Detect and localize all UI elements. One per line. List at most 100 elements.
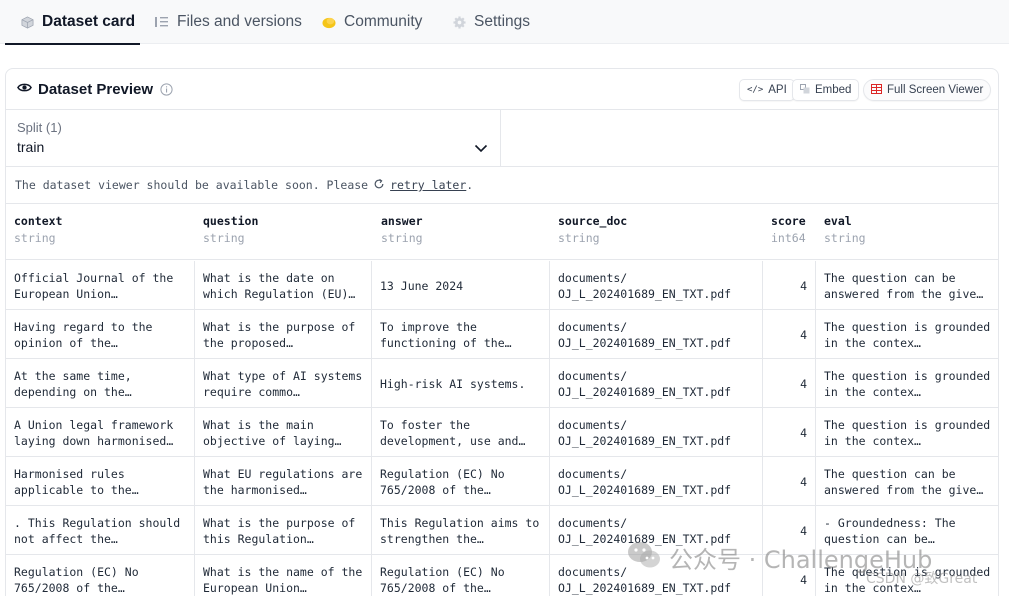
files-icon — [155, 15, 169, 29]
cell-score[interactable]: 4 — [763, 506, 816, 555]
tab-label: Community — [344, 13, 423, 30]
cell-answer[interactable]: High-risk AI systems. — [372, 359, 550, 408]
column-name: eval — [824, 214, 852, 228]
cell-source-doc[interactable]: documents/ OJ_L_202401689_EN_TXT.pdf — [550, 555, 763, 596]
column-name: question — [203, 214, 259, 228]
cell-context[interactable]: . This Regulation should not affect the… — [6, 506, 195, 555]
cell-answer[interactable]: To foster the development, use and… — [372, 408, 550, 457]
cell-answer[interactable]: This Regulation aims to strengthen the… — [372, 506, 550, 555]
cell-question[interactable]: What is the name of the European Union… — [195, 555, 372, 596]
tab-label: Files and versions — [177, 13, 302, 30]
split-select[interactable]: Split (1) train — [6, 110, 501, 167]
preview-header: Dataset Preview </> API Embed Full Scree… — [6, 69, 998, 110]
cell-context[interactable]: Harmonised rules applicable to the… — [6, 457, 195, 506]
cell-context[interactable]: At the same time, depending on the… — [6, 359, 195, 408]
column-header-answer[interactable]: answer string — [381, 214, 423, 245]
column-name: context — [14, 214, 63, 228]
cell-text: documents/ OJ_L_202401689_EN_TXT.pdf — [558, 270, 732, 301]
cell-text: 4 — [800, 278, 807, 293]
cell-text: documents/ OJ_L_202401689_EN_TXT.pdf — [558, 466, 732, 497]
api-button[interactable]: </> API — [739, 79, 795, 101]
cell-text: 4 — [800, 474, 807, 489]
cell-context[interactable]: Having regard to the opinion of the… — [6, 310, 195, 359]
cell-score[interactable]: 4 — [763, 310, 816, 359]
dataset-cube-icon — [20, 15, 34, 29]
table-header: context string question string answer st… — [6, 204, 998, 260]
cell-source-doc[interactable]: documents/ OJ_L_202401689_EN_TXT.pdf — [550, 408, 763, 457]
column-header-eval[interactable]: eval string — [824, 214, 866, 245]
embed-icon — [800, 83, 810, 97]
table-row[interactable]: Official Journal of the European Union… W… — [6, 261, 998, 310]
column-header-source-doc[interactable]: source_doc string — [558, 214, 627, 245]
cell-text: - Groundedness: The question can be… — [824, 515, 956, 546]
column-type: string — [381, 231, 423, 245]
cell-source-doc[interactable]: documents/ OJ_L_202401689_EN_TXT.pdf — [550, 310, 763, 359]
cell-answer[interactable]: Regulation (EC) No 765/2008 of the… — [372, 555, 550, 596]
cell-eval[interactable]: - Groundedness: The question can be… — [816, 506, 998, 555]
preview-title: Dataset Preview — [38, 80, 154, 98]
split-row: Split (1) train — [6, 110, 998, 167]
viewer-notice: The dataset viewer should be available s… — [6, 167, 998, 204]
table-row[interactable]: At the same time, depending on the… What … — [6, 359, 998, 408]
cell-score[interactable]: 4 — [763, 555, 816, 596]
tab-community[interactable]: Community — [322, 0, 422, 44]
column-header-context[interactable]: context string — [14, 214, 62, 245]
table-row[interactable]: Regulation (EC) No 765/2008 of the… What … — [6, 555, 998, 596]
cell-score[interactable]: 4 — [763, 457, 816, 506]
cell-text: This Regulation aims to strengthen the… — [380, 515, 540, 546]
table-row[interactable]: Having regard to the opinion of the… What… — [6, 310, 998, 359]
cell-question[interactable]: What is the purpose of the proposed… — [195, 310, 372, 359]
cell-answer[interactable]: To improve the functioning of the… — [372, 310, 550, 359]
tab-files-and-versions[interactable]: Files and versions — [155, 0, 302, 44]
cell-text: What is the main objective of laying… — [203, 417, 342, 448]
cell-question[interactable]: What is the main objective of laying… — [195, 408, 372, 457]
tab-dataset-card[interactable]: Dataset card — [5, 0, 140, 45]
column-type: string — [14, 231, 56, 245]
table-row[interactable]: . This Regulation should not affect the…… — [6, 506, 998, 555]
cell-answer[interactable]: Regulation (EC) No 765/2008 of the… — [372, 457, 550, 506]
column-header-question[interactable]: question string — [203, 214, 258, 245]
cell-text: documents/ OJ_L_202401689_EN_TXT.pdf — [558, 368, 732, 399]
cell-score[interactable]: 4 — [763, 261, 816, 310]
cell-question[interactable]: What type of AI systems require commo… — [195, 359, 372, 408]
cell-text: The question is grounded in the contex… — [824, 319, 991, 350]
cell-text: To foster the development, use and… — [380, 417, 526, 448]
cell-text: Having regard to the opinion of the… — [14, 319, 153, 350]
tab-label: Dataset card — [42, 13, 136, 30]
cell-eval[interactable]: The question can be answered from the gi… — [816, 457, 998, 506]
table-row[interactable]: A Union legal framework laying down harm… — [6, 408, 998, 457]
cell-context[interactable]: Official Journal of the European Union… — [6, 261, 195, 310]
retry-later-link[interactable]: retry later — [390, 178, 466, 192]
cell-text: documents/ OJ_L_202401689_EN_TXT.pdf — [558, 515, 732, 546]
cell-question[interactable]: What EU regulations are the harmonised… — [195, 457, 372, 506]
cell-text: 4 — [800, 327, 807, 342]
notice-text: The dataset viewer should be available s… — [15, 178, 369, 192]
cell-text: The question can be answered from the gi… — [824, 270, 984, 301]
cell-eval[interactable]: The question is grounded in the contex… — [816, 310, 998, 359]
cell-eval[interactable]: The question is grounded in the contex… — [816, 408, 998, 457]
cell-source-doc[interactable]: documents/ OJ_L_202401689_EN_TXT.pdf — [550, 457, 763, 506]
column-header-score[interactable]: score int64 — [771, 214, 806, 245]
full-screen-viewer-button[interactable]: Full Screen Viewer — [863, 79, 992, 101]
cell-question[interactable]: What is the purpose of this Regulation… — [195, 506, 372, 555]
cell-text: Regulation (EC) No 765/2008 of the… — [380, 466, 505, 497]
cell-source-doc[interactable]: documents/ OJ_L_202401689_EN_TXT.pdf — [550, 506, 763, 555]
info-icon[interactable] — [160, 82, 173, 96]
cell-source-doc[interactable]: documents/ OJ_L_202401689_EN_TXT.pdf — [550, 261, 763, 310]
cell-eval[interactable]: The question is grounded in the contex… — [816, 359, 998, 408]
cell-score[interactable]: 4 — [763, 408, 816, 457]
cell-eval[interactable]: The question can be answered from the gi… — [816, 261, 998, 310]
cell-context[interactable]: Regulation (EC) No 765/2008 of the… — [6, 555, 195, 596]
cell-text: 4 — [800, 425, 807, 440]
cell-answer[interactable]: 13 June 2024 — [372, 261, 550, 310]
cell-question[interactable]: What is the date on which Regulation (EU… — [195, 261, 372, 310]
table-row[interactable]: Harmonised rules applicable to the… What … — [6, 457, 998, 506]
cell-eval[interactable]: The question is grounded in the contex… — [816, 555, 998, 596]
cell-text: 4 — [800, 572, 807, 587]
tab-settings[interactable]: Settings — [452, 0, 530, 44]
embed-button[interactable]: Embed — [792, 79, 860, 101]
cell-context[interactable]: A Union legal framework laying down harm… — [6, 408, 195, 457]
cell-score[interactable]: 4 — [763, 359, 816, 408]
cell-text: Regulation (EC) No 765/2008 of the… — [380, 564, 505, 595]
cell-source-doc[interactable]: documents/ OJ_L_202401689_EN_TXT.pdf — [550, 359, 763, 408]
